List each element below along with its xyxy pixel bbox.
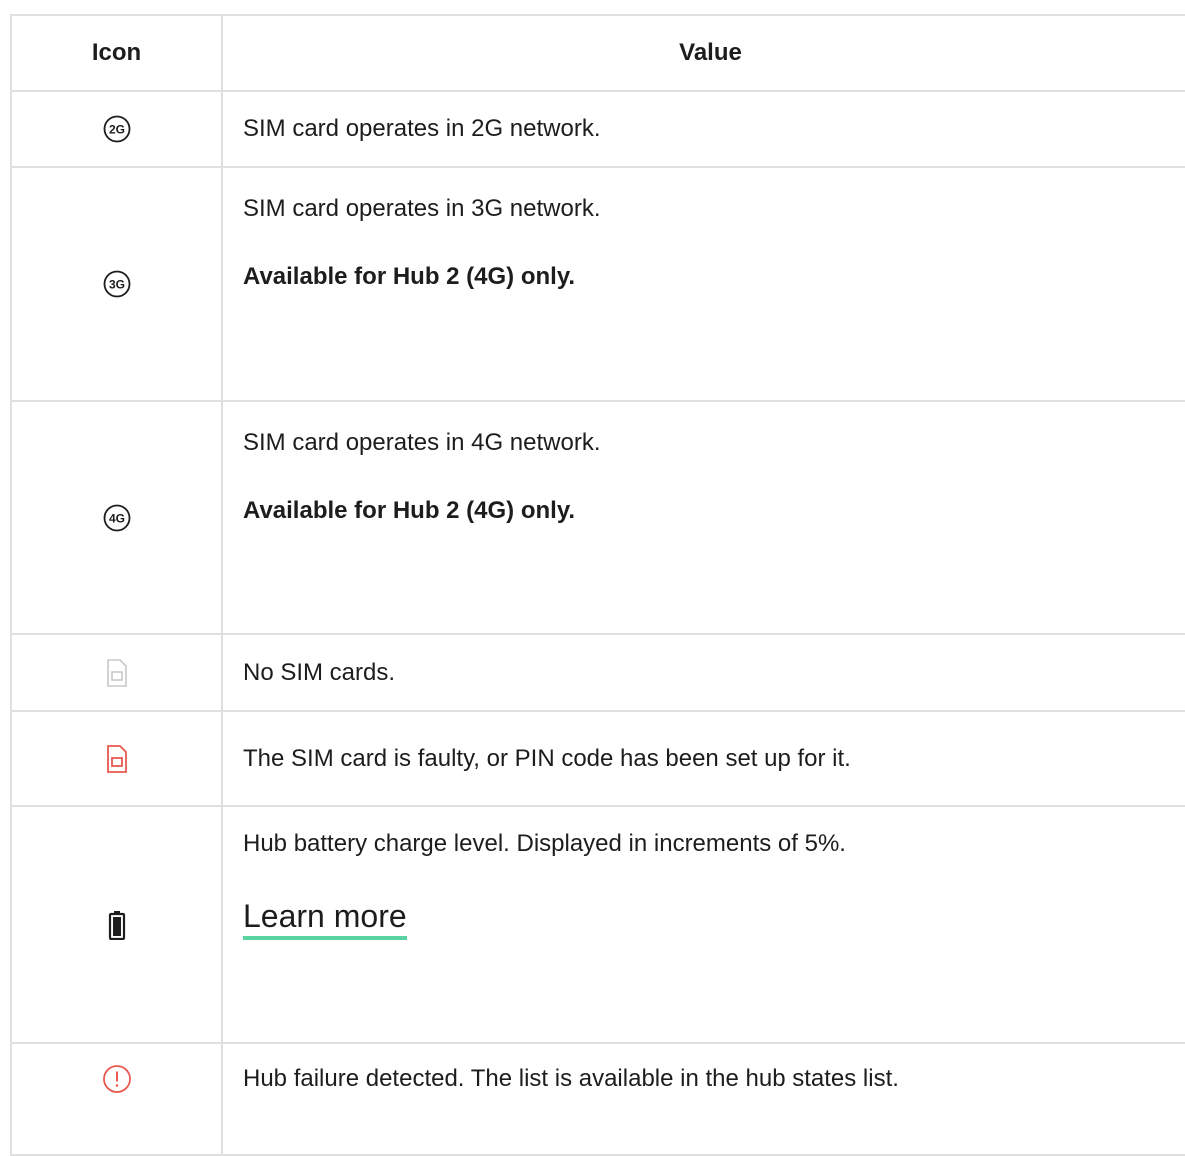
availability-note: Available for Hub 2 (4G) only. bbox=[243, 263, 576, 290]
3g-network-icon: 3G bbox=[103, 270, 130, 298]
availability-note: Available for Hub 2 (4G) only. bbox=[243, 497, 576, 524]
value-column-header: Value bbox=[221, 14, 1185, 92]
table-row: The SIM card is faulty, or PIN code has … bbox=[10, 710, 1185, 807]
icon-column-header: Icon bbox=[10, 14, 223, 92]
svg-text:4G: 4G bbox=[108, 511, 124, 525]
4g-network-icon: 4G bbox=[103, 504, 130, 531]
2g-network-icon: 2G bbox=[103, 115, 130, 143]
table-row: Hub battery charge level. Displayed in i… bbox=[10, 805, 1185, 1044]
table-row: Hub failure detected. The list is availa… bbox=[10, 1042, 1185, 1156]
alert-icon bbox=[102, 1065, 131, 1093]
row-value-text: SIM card operates in 2G network. bbox=[243, 115, 601, 142]
svg-text:2G: 2G bbox=[108, 123, 124, 137]
row-value-text: Hub failure detected. The list is availa… bbox=[243, 1065, 899, 1092]
table-row: No SIM cards. bbox=[10, 633, 1185, 712]
table-header: Icon Value bbox=[10, 14, 1185, 92]
status-icons-table: Icon Value 2G SIM card operates in 2G ne… bbox=[10, 14, 1185, 1156]
row-value-text: Hub battery charge level. Displayed in i… bbox=[243, 830, 846, 857]
battery-icon bbox=[108, 910, 125, 940]
row-value-text: The SIM card is faulty, or PIN code has … bbox=[243, 744, 851, 772]
table-row: 4G SIM card operates in 4G network. Avai… bbox=[10, 400, 1185, 635]
no-sim-icon bbox=[106, 658, 127, 687]
table-row: 2G SIM card operates in 2G network. bbox=[10, 90, 1185, 168]
table-row: 3G SIM card operates in 3G network. Avai… bbox=[10, 166, 1185, 402]
row-value-text: No SIM cards. bbox=[243, 658, 396, 686]
row-value-text: SIM card operates in 4G network. bbox=[243, 429, 601, 456]
row-value-text: SIM card operates in 3G network. bbox=[243, 195, 601, 222]
sim-error-icon bbox=[106, 744, 127, 773]
svg-text:3G: 3G bbox=[108, 278, 124, 292]
learn-more-link[interactable]: Learn more bbox=[243, 896, 407, 940]
